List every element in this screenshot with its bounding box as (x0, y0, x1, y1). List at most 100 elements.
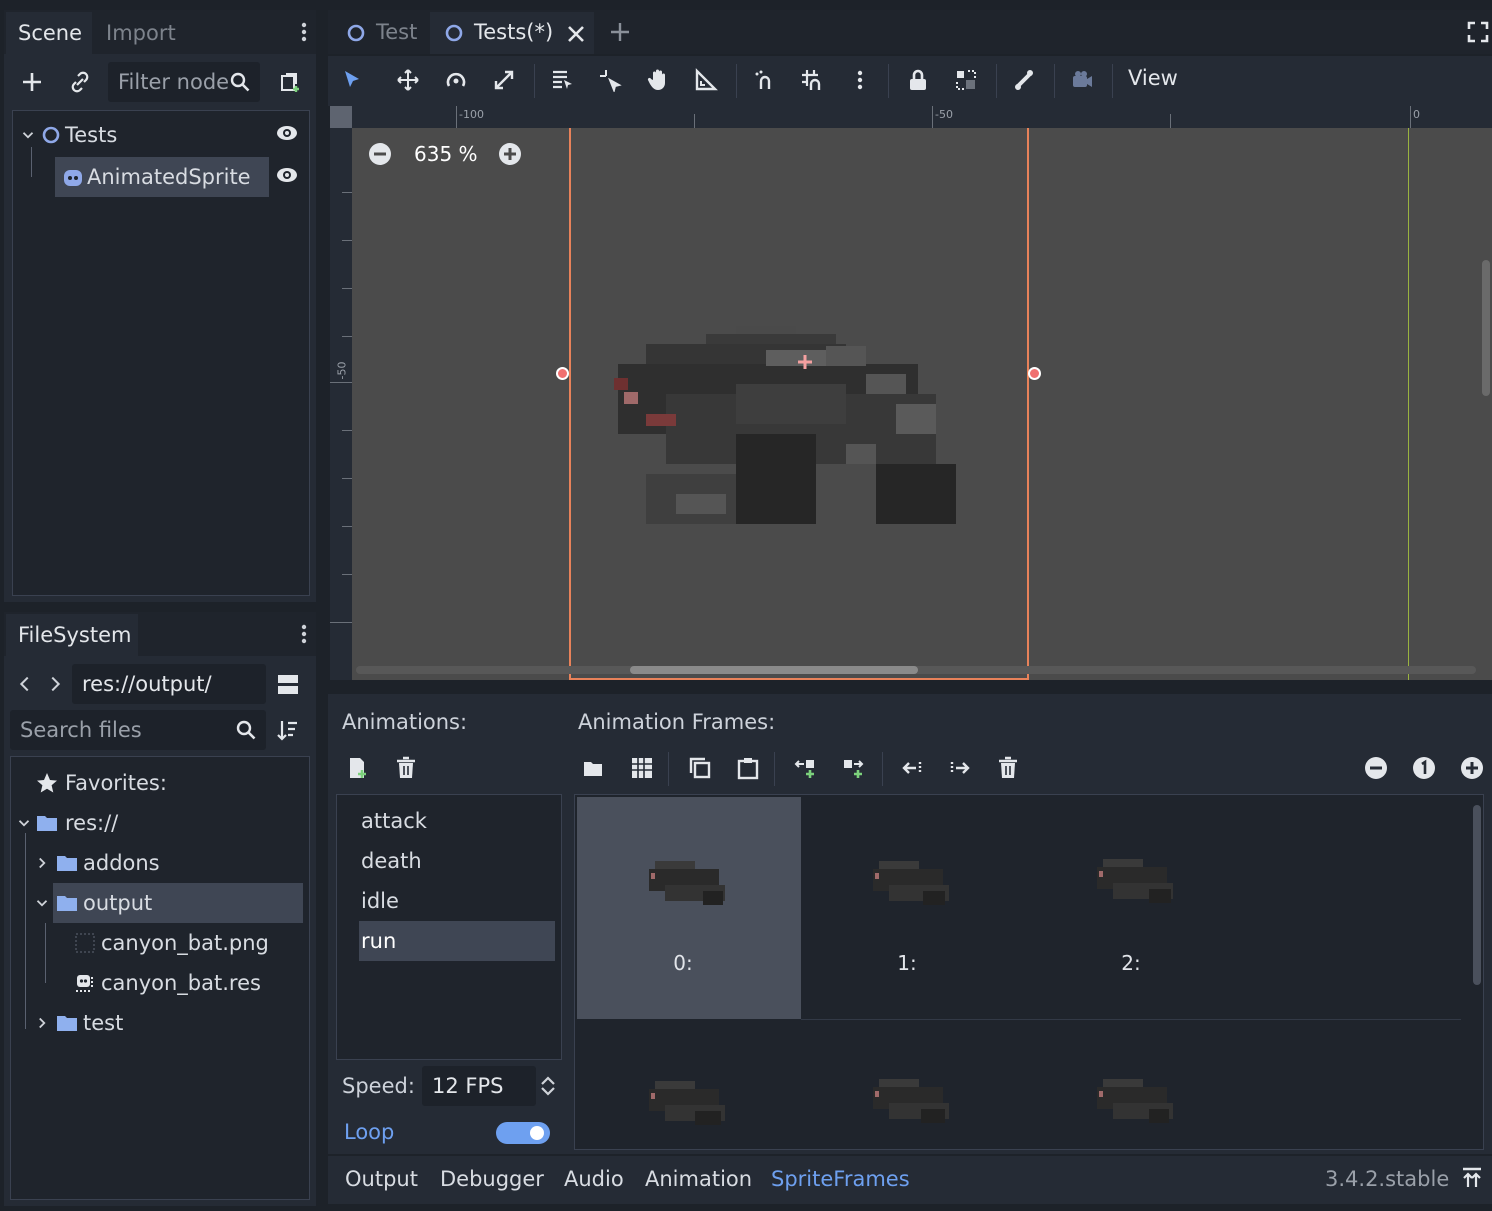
visibility-eye-icon[interactable] (273, 161, 301, 189)
zoom-level[interactable]: 635 % (414, 142, 478, 166)
bone-icon[interactable] (1010, 66, 1038, 94)
snap-options-icon[interactable] (846, 66, 874, 94)
frame-thumbnail[interactable] (645, 855, 729, 911)
folder-icon (53, 849, 81, 877)
chevron-down-icon[interactable] (33, 889, 51, 917)
insert-frame-before-icon[interactable] (792, 754, 820, 782)
frame-thumbnail[interactable] (1093, 1073, 1177, 1129)
forward-icon[interactable] (44, 670, 66, 698)
close-icon[interactable] (564, 20, 588, 48)
delete-animation-icon[interactable] (392, 754, 420, 782)
loop-toggle[interactable] (496, 1122, 550, 1144)
select-tool-icon[interactable] (338, 66, 366, 94)
view-menu[interactable]: View (1128, 66, 1178, 90)
dock-menu-icon[interactable] (290, 18, 318, 46)
folder-addons[interactable]: addons (83, 843, 160, 883)
lock-icon[interactable] (904, 66, 932, 94)
frames-zoom-in-icon[interactable] (1458, 754, 1486, 782)
new-animation-icon[interactable] (344, 754, 372, 782)
favorites-label[interactable]: Favorites: (65, 763, 167, 803)
grid-snap-icon[interactable] (798, 66, 826, 94)
insert-frame-after-icon[interactable] (840, 754, 868, 782)
tab-scene[interactable]: Scene (6, 12, 92, 54)
path-field[interactable]: res://output/ (72, 664, 266, 704)
paste-frame-icon[interactable] (734, 754, 762, 782)
distraction-free-icon[interactable] (1464, 18, 1492, 46)
back-icon[interactable] (14, 670, 36, 698)
add-from-spritesheet-icon[interactable] (628, 754, 656, 782)
tab-import[interactable]: Import (94, 12, 190, 54)
tree-guide-line (45, 923, 46, 983)
camera-override-icon[interactable] (1068, 66, 1096, 94)
frames-zoom-reset-icon[interactable] (1410, 754, 1438, 782)
sort-icon[interactable] (274, 716, 302, 744)
load-from-file-icon[interactable] (580, 754, 608, 782)
animation-item-run[interactable]: run (361, 921, 396, 961)
add-node-icon[interactable] (18, 68, 46, 96)
ruler-label: -50 (935, 108, 953, 121)
frame-thumbnail[interactable] (1093, 853, 1177, 909)
viewport-v-scrollbar[interactable] (1482, 260, 1490, 396)
visibility-eye-icon[interactable] (273, 119, 301, 147)
file-canyon-bat-res[interactable]: canyon_bat.res (101, 963, 261, 1003)
editor-tab-tests[interactable]: Tests(*) (430, 12, 594, 54)
toolbar-separator (1112, 64, 1113, 98)
move-tool-icon[interactable] (394, 66, 422, 94)
speed-spinbox[interactable]: 12 FPS (422, 1066, 536, 1106)
scale-tool-icon[interactable] (490, 66, 518, 94)
frames-v-scrollbar[interactable] (1473, 805, 1481, 985)
scrollbar-thumb[interactable] (630, 666, 918, 674)
search-files-input[interactable]: Search files (10, 710, 266, 750)
copy-frame-icon[interactable] (686, 754, 714, 782)
zoom-in-icon[interactable] (496, 140, 524, 168)
animation-item-attack[interactable]: attack (361, 801, 427, 841)
ruler-tool-icon[interactable] (692, 66, 720, 94)
resize-handle-left[interactable] (556, 367, 569, 380)
instance-scene-icon[interactable] (276, 68, 304, 96)
delete-frame-icon[interactable] (994, 754, 1022, 782)
folder-res[interactable]: res:// (65, 803, 118, 843)
tab-spriteframes[interactable]: SpriteFrames (771, 1162, 910, 1196)
split-mode-icon[interactable] (274, 670, 302, 698)
tab-debugger[interactable]: Debugger (440, 1162, 544, 1196)
zoom-out-icon[interactable] (366, 140, 394, 168)
frame-thumbnail[interactable] (645, 1075, 729, 1131)
frames-zoom-out-icon[interactable] (1362, 754, 1390, 782)
tab-animation[interactable]: Animation (645, 1162, 752, 1196)
add-tab-icon[interactable] (606, 18, 634, 46)
animation-item-idle[interactable]: idle (361, 881, 399, 921)
animation-item-death[interactable]: death (361, 841, 422, 881)
chevron-down-icon[interactable] (15, 809, 33, 837)
folder-test[interactable]: test (83, 1003, 123, 1043)
pivot-tool-icon[interactable] (596, 66, 624, 94)
resize-handle-right[interactable] (1028, 367, 1041, 380)
move-frame-left-icon[interactable] (898, 754, 926, 782)
canvas-viewport[interactable]: -100 -50 0 -50 635 % (330, 106, 1492, 680)
expand-panel-icon[interactable] (1458, 1164, 1486, 1192)
folder-output[interactable]: output (83, 883, 152, 923)
editor-tab-test[interactable]: Test (332, 12, 428, 54)
frame-thumbnail[interactable] (869, 855, 953, 911)
chevron-right-icon[interactable] (33, 1009, 51, 1037)
group-icon[interactable] (952, 66, 980, 94)
frame-thumbnail[interactable] (869, 1073, 953, 1129)
tree-item-tests[interactable]: Tests (65, 115, 117, 155)
file-canyon-bat-png[interactable]: canyon_bat.png (101, 923, 269, 963)
tab-output[interactable]: Output (345, 1162, 418, 1196)
viewport-h-scrollbar[interactable] (356, 666, 1476, 674)
move-frame-right-icon[interactable] (946, 754, 974, 782)
smart-snap-icon[interactable] (750, 66, 778, 94)
spriteframes-resource-icon (71, 969, 99, 997)
link-icon[interactable] (66, 68, 94, 96)
chevron-right-icon[interactable] (33, 849, 51, 877)
pan-tool-icon[interactable] (644, 66, 672, 94)
tree-item-animatedsprite[interactable]: AnimatedSprite (87, 157, 251, 197)
tab-audio[interactable]: Audio (564, 1162, 624, 1196)
dock-menu-icon[interactable] (290, 620, 318, 648)
animated-sprite-icon (59, 163, 87, 191)
chevron-down-icon[interactable] (19, 121, 37, 149)
rotate-tool-icon[interactable] (442, 66, 470, 94)
spinbox-arrows-icon[interactable] (536, 1072, 560, 1100)
list-select-icon[interactable] (548, 66, 576, 94)
tab-filesystem[interactable]: FileSystem (6, 614, 138, 656)
